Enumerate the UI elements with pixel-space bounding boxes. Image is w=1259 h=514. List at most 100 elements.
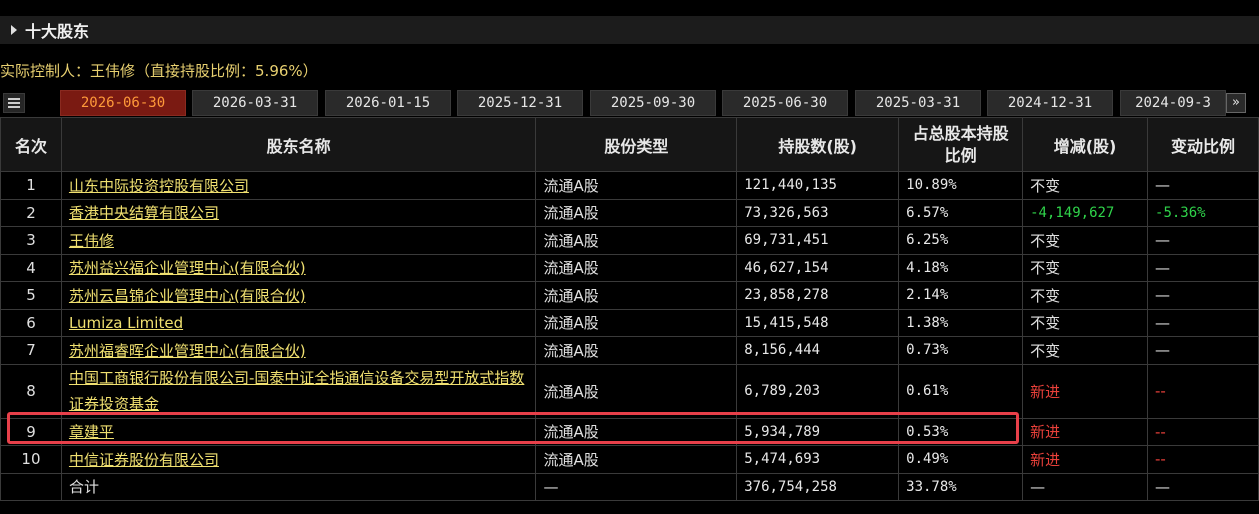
table-row: 2 香港中央结算有限公司 流通A股 73,326,563 6.57% -4,149,627… (0, 198, 1259, 227)
ratio-cell: 0.73% (898, 336, 1024, 365)
share-type-cell: 流通A股 (535, 198, 738, 227)
col-header-rank[interactable]: 名次 (0, 117, 62, 172)
total-row: 合计 —376,754,258 33.78% — — (0, 472, 1259, 501)
actual-controller-text: 实际控制人：王伟修（直接持股比例：5.96%） (0, 62, 318, 80)
change-ratio-cell: — (1147, 171, 1259, 200)
collapse-arrow-icon[interactable] (11, 25, 17, 35)
tab-date[interactable]: 2025-09-30 (590, 90, 716, 116)
rank-cell: 7 (0, 336, 62, 365)
table-row: 7 苏州福睿晖企业管理中心(有限合伙) 流通A股 8,156,444 0.73% 不变 — (0, 336, 1259, 365)
change-cell: 不变 (1022, 308, 1149, 337)
col-header-type[interactable]: 股份类型 (535, 117, 738, 172)
change-cell: 不变 (1022, 336, 1149, 365)
ratio-cell: 0.49% (898, 445, 1024, 474)
change-cell: 不变 (1022, 226, 1149, 255)
table-row: 1 山东中际投资控股有限公司 流通A股 121,440,135 10.89% 不变 — (0, 171, 1259, 200)
shares-cell: 46,627,154 (736, 253, 900, 282)
shares-cell: 8,156,444 (736, 336, 900, 365)
rank-cell: 8 (0, 363, 62, 419)
change-ratio-cell: — (1147, 281, 1259, 310)
shareholder-link[interactable]: 王伟修 (69, 232, 114, 250)
ratio-cell: 4.18% (898, 253, 1024, 282)
ratio-cell: 10.89% (898, 171, 1024, 200)
rank-cell (0, 472, 62, 501)
share-type-cell: 流通A股 (535, 417, 738, 446)
shareholder-name-cell: 王伟修 (60, 226, 537, 255)
tab-date[interactable]: 2026-03-31 (192, 90, 318, 116)
table-row: 5 苏州云昌锦企业管理中心(有限合伙) 流通A股 23,858,278 2.14% 不变 — (0, 281, 1259, 310)
tab-date[interactable]: 2025-03-31 (855, 90, 981, 116)
shareholder-link[interactable]: 中信证券股份有限公司 (69, 451, 219, 469)
rank-cell: 9 (0, 417, 62, 446)
col-header-shares[interactable]: 持股数(股) (736, 117, 900, 172)
col-header-ratio-line1: 占总股本持股 (912, 123, 1009, 143)
share-type-cell: 流通A股 (535, 445, 738, 474)
section-header[interactable]: 十大股东 (0, 16, 1259, 44)
table-row: 6 Lumiza Limited 流通A股 15,415,548 1.38% 不变 — (0, 308, 1259, 337)
section-title: 十大股东 (25, 22, 90, 41)
shareholder-link[interactable]: 山东中际投资控股有限公司 (69, 177, 249, 195)
share-type-cell: 流通A股 (535, 171, 738, 200)
col-header-change[interactable]: 增减(股) (1022, 117, 1149, 172)
change-cell: 新进 (1022, 363, 1149, 419)
change-ratio-cell: — (1147, 253, 1259, 282)
rank-cell: 4 (0, 253, 62, 282)
shareholder-link[interactable]: 苏州云昌锦企业管理中心(有限合伙) (69, 287, 306, 305)
col-header-ratio[interactable]: 占总股本持股 比例 (898, 117, 1024, 172)
shareholder-link[interactable]: 中国工商银行股份有限公司-国泰中证全指通信设备交易型开放式指数证券投资基金 (69, 369, 524, 413)
col-header-ratio-line2: 比例 (944, 145, 977, 165)
change-ratio-cell: -5.36% (1147, 198, 1259, 227)
change-cell: 不变 (1022, 253, 1149, 282)
share-type-cell: 流通A股 (535, 336, 738, 365)
change-cell: 不变 (1022, 281, 1149, 310)
shareholder-name-cell: 苏州云昌锦企业管理中心(有限合伙) (60, 281, 537, 310)
share-type-cell: — (535, 472, 738, 501)
total-shares-cell: 376,754,258 (736, 472, 900, 501)
share-type-cell: 流通A股 (535, 308, 738, 337)
tab-date[interactable]: 2026-06-30 (60, 90, 186, 116)
tab-date[interactable]: 2024-09-3 (1120, 90, 1226, 116)
change-ratio-cell: — (1147, 472, 1259, 501)
shareholder-name-cell: 中信证券股份有限公司 (60, 445, 537, 474)
ratio-cell: 6.25% (898, 226, 1024, 255)
report-date-tabs: 2026-06-30 2026-03-31 2026-01-15 2025-12… (0, 90, 1259, 116)
change-ratio-cell: — (1147, 336, 1259, 365)
shareholder-name-cell: 苏州福睿晖企业管理中心(有限合伙) (60, 336, 537, 365)
shareholder-link[interactable]: 苏州益兴福企业管理中心(有限合伙) (69, 259, 306, 277)
col-header-change-ratio[interactable]: 变动比例 (1147, 117, 1259, 172)
change-cell: -4,149,627 (1022, 198, 1149, 227)
shares-cell: 121,440,135 (736, 171, 900, 200)
rank-cell: 1 (0, 171, 62, 200)
rank-cell: 3 (0, 226, 62, 255)
ratio-cell: 2.14% (898, 281, 1024, 310)
shareholder-link[interactable]: 香港中央结算有限公司 (69, 204, 219, 222)
scroll-right-icon[interactable]: » (1226, 93, 1246, 113)
shareholder-link[interactable]: Lumiza Limited (69, 314, 183, 332)
shares-cell: 69,731,451 (736, 226, 900, 255)
tab-date[interactable]: 2026-01-15 (325, 90, 451, 116)
shareholder-link[interactable]: 苏州福睿晖企业管理中心(有限合伙) (69, 342, 306, 360)
tab-date[interactable]: 2024-12-31 (987, 90, 1113, 116)
shares-cell: 23,858,278 (736, 281, 900, 310)
col-header-name[interactable]: 股东名称 (60, 117, 537, 172)
share-type-cell: 流通A股 (535, 281, 738, 310)
tab-date[interactable]: 2025-12-31 (457, 90, 583, 116)
shareholder-name-cell: 章建平 (60, 417, 537, 446)
change-cell: 不变 (1022, 171, 1149, 200)
shares-cell: 5,474,693 (736, 445, 900, 474)
change-cell: 新进 (1022, 417, 1149, 446)
shares-cell: 73,326,563 (736, 198, 900, 227)
change-cell: — (1022, 472, 1149, 501)
menu-icon[interactable] (3, 93, 25, 113)
ratio-cell: 0.61% (898, 363, 1024, 419)
tab-date[interactable]: 2025-06-30 (722, 90, 848, 116)
change-ratio-cell: -- (1147, 363, 1259, 419)
rank-cell: 5 (0, 281, 62, 310)
table-row: 3 王伟修 流通A股 69,731,451 6.25% 不变 — (0, 226, 1259, 255)
total-label: 合计 (60, 472, 537, 501)
shareholder-link[interactable]: 章建平 (69, 423, 114, 441)
ratio-cell: 6.57% (898, 198, 1024, 227)
change-ratio-cell: — (1147, 226, 1259, 255)
share-type-cell: 流通A股 (535, 363, 738, 419)
rank-cell: 10 (0, 445, 62, 474)
